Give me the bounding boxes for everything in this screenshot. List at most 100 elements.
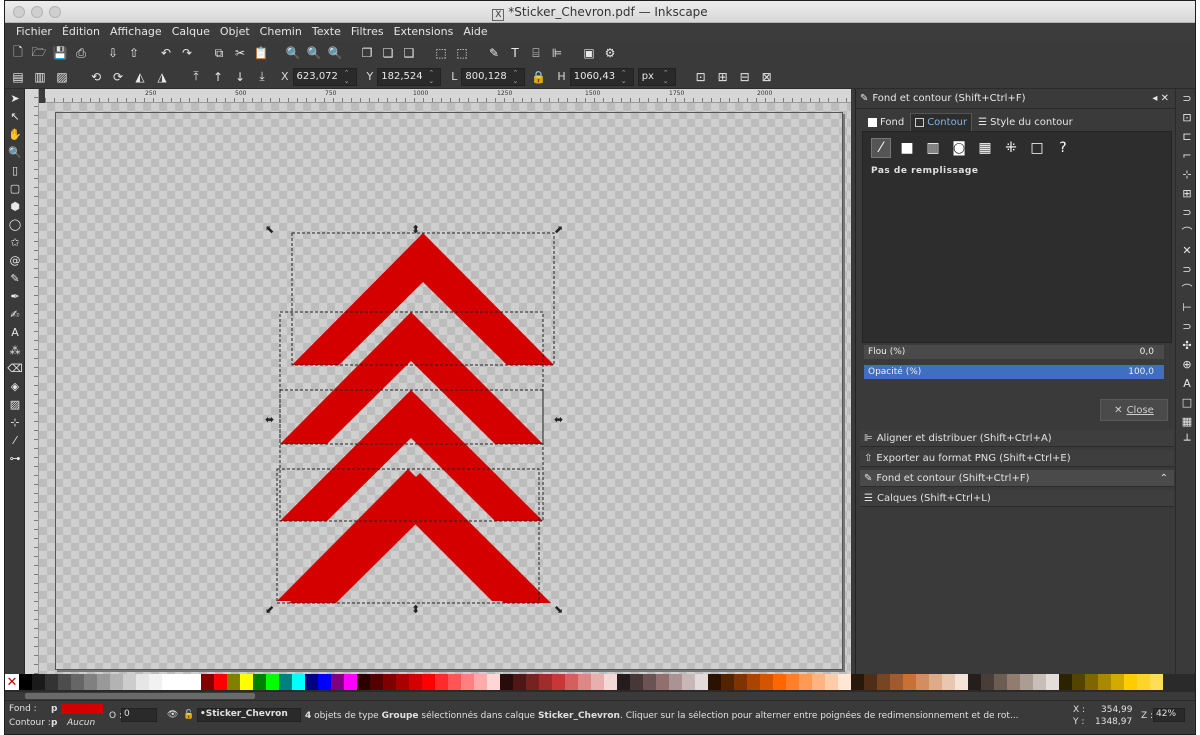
menu-calque[interactable]: Calque	[167, 23, 215, 41]
palette-swatch[interactable]	[955, 674, 968, 690]
panel-fill-stroke[interactable]: ✎ Fond et contour (Shift+Ctrl+F) ⌃	[860, 470, 1174, 487]
palette-swatch[interactable]	[786, 674, 799, 690]
menu-filtres[interactable]: Filtres	[346, 23, 389, 41]
export-icon[interactable]: ⇧	[125, 44, 143, 62]
palette-swatch[interactable]	[578, 674, 591, 690]
palette-swatch[interactable]	[630, 674, 643, 690]
duplicate-icon[interactable]: ❐	[358, 44, 376, 62]
vertical-ruler[interactable]	[25, 89, 39, 674]
snap-bbox-edge-icon[interactable]: ⊏	[1176, 127, 1195, 146]
select-all-layers-icon[interactable]: ▥	[31, 68, 49, 86]
palette-swatch[interactable]	[253, 674, 266, 690]
palette-swatch[interactable]	[929, 674, 942, 690]
palette-swatch[interactable]	[1007, 674, 1020, 690]
bucket-tool-icon[interactable]: ◈	[5, 377, 25, 395]
palette-swatch[interactable]	[669, 674, 682, 690]
palette-swatch[interactable]	[448, 674, 461, 690]
height-input[interactable]: 1060,43	[569, 67, 634, 86]
panel-layers[interactable]: ☰ Calques (Shift+Ctrl+L)	[860, 490, 1174, 507]
palette-swatch[interactable]	[71, 674, 84, 690]
palette-swatch[interactable]	[279, 674, 292, 690]
palette-swatch[interactable]	[1085, 674, 1098, 690]
ungroup-icon[interactable]: ⬚	[453, 44, 471, 62]
snap-smooth-icon[interactable]: ⌒	[1176, 279, 1195, 298]
palette-swatch[interactable]	[916, 674, 929, 690]
palette-swatch[interactable]	[45, 674, 58, 690]
clone-icon[interactable]: ❏	[379, 44, 397, 62]
palette-swatch[interactable]	[981, 674, 994, 690]
snap-grid-icon[interactable]: ▦	[1176, 412, 1195, 431]
palette-swatch[interactable]	[1033, 674, 1046, 690]
snap-bbox-center-icon[interactable]: ⊞	[1176, 184, 1195, 203]
palette-swatch[interactable]	[773, 674, 786, 690]
text-tool-icon[interactable]: A	[5, 323, 25, 341]
menu-fichier[interactable]: Fichier	[11, 23, 57, 41]
palette-swatch[interactable]	[214, 674, 227, 690]
palette-swatch[interactable]	[890, 674, 903, 690]
palette-swatch[interactable]	[799, 674, 812, 690]
x-input[interactable]: 623,072	[292, 67, 357, 86]
palette-swatch[interactable]	[227, 674, 240, 690]
palette-swatch[interactable]	[318, 674, 331, 690]
zoom-page-icon[interactable]: 🔍	[326, 44, 344, 62]
eraser-tool-icon[interactable]: ⌫	[5, 359, 25, 377]
rotate-ccw-icon[interactable]: ⟲	[87, 68, 105, 86]
palette-swatch[interactable]	[1124, 674, 1137, 690]
palette-swatch[interactable]	[851, 674, 864, 690]
snap-bbox-midpoint-icon[interactable]: ⊹	[1176, 165, 1195, 184]
opacity-input[interactable]: 0	[121, 708, 157, 722]
spiral-tool-icon[interactable]: @	[5, 251, 25, 269]
palette-swatch[interactable]	[175, 674, 188, 690]
radial-gradient-icon[interactable]: ◙	[949, 138, 969, 158]
flip-horizontal-icon[interactable]: ◭	[131, 68, 149, 86]
palette-swatch[interactable]	[1046, 674, 1059, 690]
tab-fond[interactable]: Fond	[864, 113, 908, 131]
snap-cusp-icon[interactable]: ⊃	[1176, 260, 1195, 279]
linear-gradient-icon[interactable]: ▥	[923, 138, 943, 158]
palette-swatch[interactable]	[877, 674, 890, 690]
palette-swatch[interactable]	[734, 674, 747, 690]
ellipse-tool-icon[interactable]: ◯	[5, 215, 25, 233]
menu-chemin[interactable]: Chemin	[255, 23, 307, 41]
snap-bbox-corner-icon[interactable]: ⌐	[1176, 146, 1195, 165]
palette-swatch[interactable]	[656, 674, 669, 690]
palette-swatch[interactable]	[474, 674, 487, 690]
snap-rotation-center-icon[interactable]: ⊕	[1176, 355, 1195, 374]
close-window-button[interactable]	[13, 6, 25, 18]
palette-swatch[interactable]	[84, 674, 97, 690]
palette-swatch[interactable]	[435, 674, 448, 690]
gradient-tool-icon[interactable]: ▨	[5, 395, 25, 413]
palette-swatch[interactable]	[695, 674, 708, 690]
palette-swatch[interactable]	[903, 674, 916, 690]
raise-icon[interactable]: ↑	[209, 68, 227, 86]
horizontal-ruler[interactable]: 250 500 750 1000 1250 1500 1750 2000	[45, 89, 851, 103]
pattern-icon[interactable]: ⁜	[1001, 138, 1021, 158]
text-font-icon[interactable]: T	[506, 44, 524, 62]
palette-swatch[interactable]	[357, 674, 370, 690]
undo-icon[interactable]: ↶	[157, 44, 175, 62]
palette-swatch[interactable]	[513, 674, 526, 690]
mesh-gradient-icon[interactable]: ▦	[975, 138, 995, 158]
panel-align-distribute[interactable]: ⊫ Aligner et distribuer (Shift+Ctrl+A)	[860, 430, 1174, 447]
layer-select[interactable]: •Sticker_Chevron	[197, 708, 301, 722]
mesh-tool-icon[interactable]: ⊹	[5, 413, 25, 431]
print-icon[interactable]: ⎙	[72, 44, 90, 62]
snap-path-icon[interactable]: ⌒	[1176, 222, 1195, 241]
node-tool-icon[interactable]: ↖	[5, 107, 25, 125]
palette-swatch[interactable]	[136, 674, 149, 690]
palette-swatch[interactable]	[331, 674, 344, 690]
palette-swatch[interactable]	[708, 674, 721, 690]
deselect-icon[interactable]: ▨	[53, 68, 71, 86]
unit-select[interactable]: px	[637, 67, 676, 86]
palette-swatch[interactable]	[422, 674, 435, 690]
palette-swatch[interactable]	[1072, 674, 1085, 690]
tab-contour[interactable]: Contour	[910, 113, 973, 131]
scale-corners-icon[interactable]: ⊞	[714, 68, 732, 86]
palette-swatch[interactable]	[721, 674, 734, 690]
palette-scrollbar[interactable]	[23, 692, 1183, 700]
palette-scroll-thumb[interactable]	[25, 693, 255, 699]
preferences-icon[interactable]: ⚙	[601, 44, 619, 62]
panel-export-png[interactable]: ⇧ Exporter au format PNG (Shift+Ctrl+E)	[860, 450, 1174, 467]
palette-swatch[interactable]	[760, 674, 773, 690]
flat-color-icon[interactable]: ■	[897, 138, 917, 158]
